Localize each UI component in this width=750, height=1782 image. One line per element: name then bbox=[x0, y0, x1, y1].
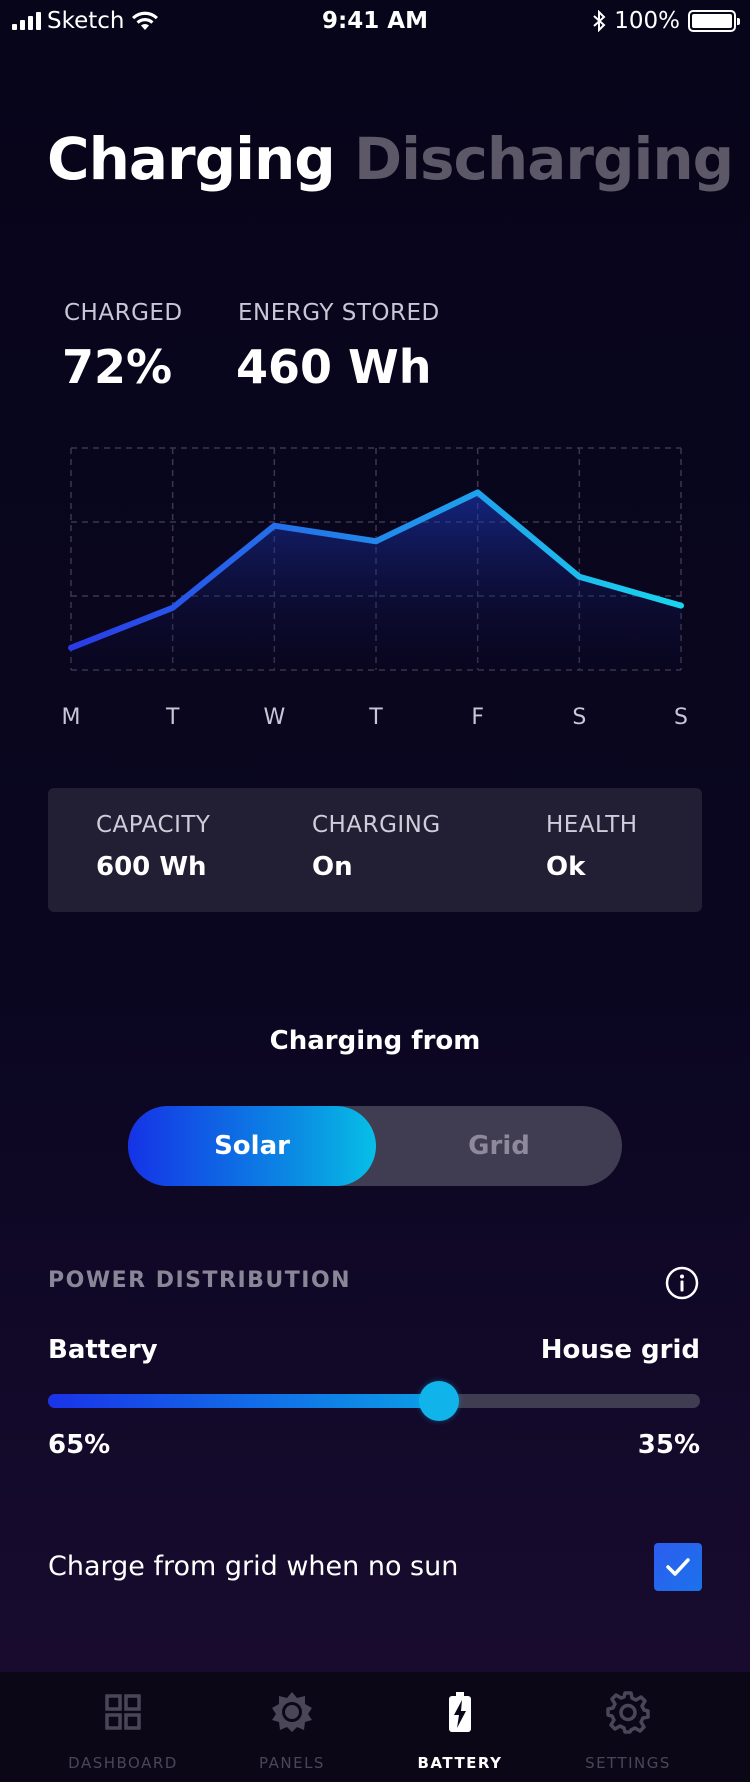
capacity-label: CAPACITY bbox=[96, 812, 211, 838]
grid-option[interactable]: Grid bbox=[376, 1106, 622, 1186]
power-distribution-title: POWER DISTRIBUTION bbox=[48, 1268, 352, 1293]
battery-percent-value: 65% bbox=[48, 1430, 111, 1460]
nav-panels-label: PANELS bbox=[259, 1754, 325, 1772]
tab-discharging[interactable]: Discharging bbox=[354, 125, 734, 193]
health-value: Ok bbox=[546, 852, 586, 882]
info-icon[interactable] bbox=[665, 1266, 699, 1300]
charge-from-grid-label: Charge from grid when no sun bbox=[48, 1551, 459, 1582]
gear-icon bbox=[606, 1691, 650, 1734]
charging-value: On bbox=[312, 852, 353, 882]
battery-percent: 100% bbox=[614, 8, 680, 34]
checkmark-icon bbox=[666, 1558, 690, 1576]
charged-value: 72% bbox=[62, 340, 173, 394]
weekly-chart: MTWTFSS bbox=[60, 438, 700, 738]
status-right: 100% bbox=[592, 8, 740, 34]
battery-status-icon bbox=[688, 10, 740, 32]
power-distribution-slider[interactable] bbox=[48, 1381, 700, 1421]
energy-stored-label: ENERGY STORED bbox=[238, 300, 440, 326]
charging-from-title: Charging from bbox=[269, 1026, 481, 1056]
x-tick-label: S bbox=[572, 705, 586, 730]
charge-from-grid-checkbox[interactable] bbox=[654, 1543, 702, 1591]
solar-option[interactable]: Solar bbox=[128, 1106, 376, 1186]
sun-icon bbox=[272, 1692, 312, 1732]
nav-battery-label: BATTERY bbox=[417, 1754, 503, 1772]
charging-label: CHARGING bbox=[312, 812, 441, 838]
nav-dashboard[interactable]: DASHBOARD bbox=[38, 1672, 208, 1782]
x-tick-label: T bbox=[165, 705, 180, 730]
grid-icon bbox=[105, 1694, 141, 1730]
energy-stored-value: 460 Wh bbox=[236, 340, 432, 394]
battery-info-card: CAPACITY 600 Wh CHARGING On HEALTH Ok bbox=[48, 788, 702, 912]
nav-settings[interactable]: SETTINGS bbox=[543, 1672, 713, 1782]
chart-svg: MTWTFSS bbox=[62, 447, 688, 730]
health-label: HEALTH bbox=[546, 812, 638, 838]
x-tick-label: F bbox=[471, 705, 484, 730]
battery-bolt-icon bbox=[449, 1692, 471, 1732]
nav-battery[interactable]: BATTERY bbox=[375, 1672, 545, 1782]
house-grid-percent-value: 35% bbox=[637, 1430, 700, 1460]
x-tick-label: S bbox=[674, 705, 688, 730]
x-tick-label: M bbox=[62, 705, 81, 730]
slider-fill bbox=[48, 1394, 440, 1408]
nav-panels[interactable]: PANELS bbox=[207, 1672, 377, 1782]
capacity-value: 600 Wh bbox=[96, 852, 207, 882]
slider-thumb[interactable] bbox=[419, 1381, 460, 1421]
bottom-nav: DASHBOARD PANELS BATTERY SETTINGS bbox=[0, 1672, 750, 1782]
bluetooth-icon bbox=[593, 10, 606, 32]
x-tick-label: T bbox=[368, 705, 383, 730]
charging-source-toggle: Solar Grid bbox=[128, 1106, 622, 1186]
nav-settings-label: SETTINGS bbox=[585, 1754, 671, 1772]
house-grid-label: House grid bbox=[540, 1335, 700, 1365]
nav-dashboard-label: DASHBOARD bbox=[68, 1754, 178, 1772]
charged-label: CHARGED bbox=[64, 300, 183, 326]
tab-charging[interactable]: Charging bbox=[47, 125, 336, 193]
x-tick-label: W bbox=[263, 705, 285, 730]
battery-label: Battery bbox=[48, 1335, 158, 1365]
status-bar: Sketch 9:41 AM 100% bbox=[0, 0, 750, 42]
